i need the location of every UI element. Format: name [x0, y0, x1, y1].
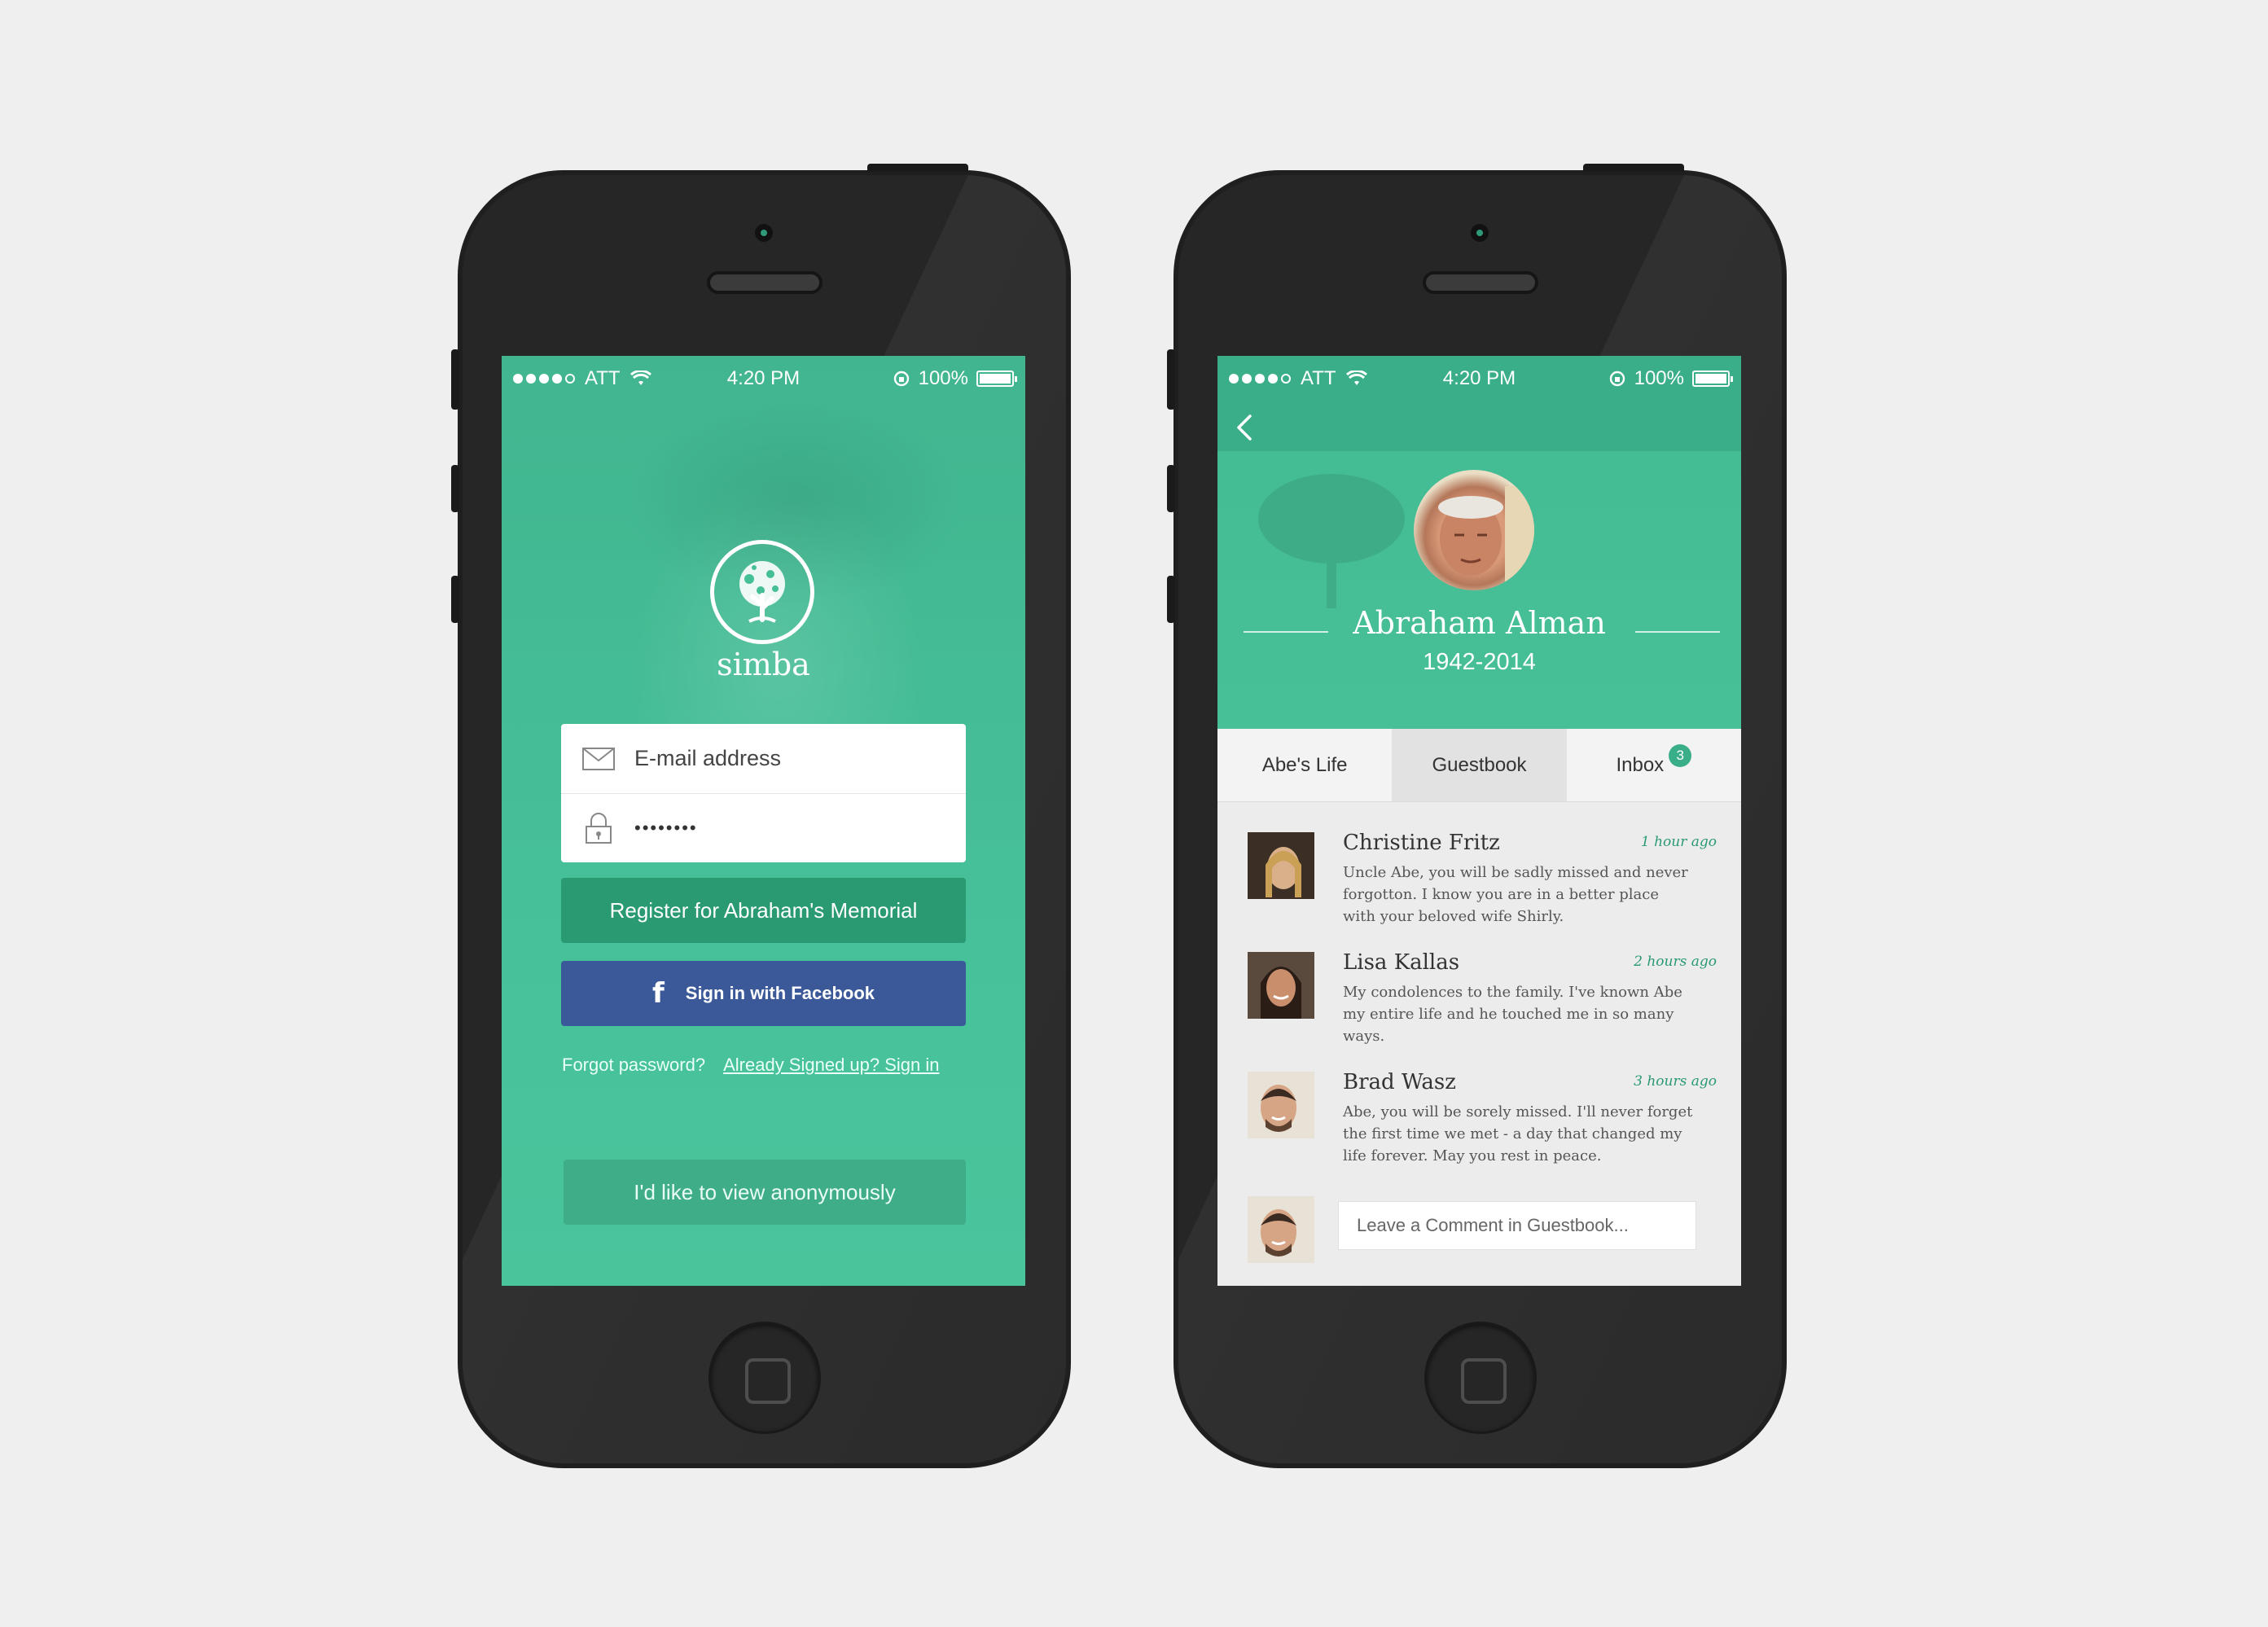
volume-down-button [451, 576, 459, 623]
facebook-signin-button[interactable]: f Sign in with Facebook [561, 961, 966, 1026]
deceased-name: Abraham Alman [1353, 605, 1606, 641]
phone-left: ATT 4:20 PM 100% simba E-mail address ••… [451, 164, 1071, 1468]
tab-label: Abe's Life [1261, 753, 1348, 776]
tab-abes-life[interactable]: Abe's Life [1217, 729, 1392, 801]
home-button[interactable] [1424, 1322, 1537, 1434]
comment-author: Brad Wasz [1343, 1070, 1456, 1094]
wifi-icon [1345, 371, 1367, 385]
status-bar: ATT 4:20 PM 100% [1217, 356, 1741, 401]
avatar [1248, 1072, 1314, 1138]
profile-avatar [1414, 470, 1534, 590]
inbox-count-badge: 3 [1669, 743, 1692, 767]
comment-author: Lisa Kallas [1343, 950, 1460, 975]
auth-links: Forgot password? Already Signed up? Sign… [562, 1055, 969, 1076]
avatar [1248, 832, 1314, 899]
home-button[interactable] [708, 1322, 821, 1434]
comment-text: Uncle Abe, you will be sadly missed and … [1343, 864, 1688, 925]
battery-percent: 100% [918, 367, 968, 389]
list-item: Brad Wasz 3 hours ago Abe, you will be s… [1217, 1070, 1741, 1191]
login-form: E-mail address •••••••• [561, 724, 966, 862]
tab-inbox[interactable]: Inbox 3 [1567, 729, 1741, 801]
memorial-tabs: Abe's Life Guestbook Inbox 3 [1217, 729, 1741, 802]
power-button [867, 164, 968, 172]
avatar [1248, 952, 1314, 1019]
life-years: 1942-2014 [1423, 649, 1536, 675]
rotation-lock-icon [893, 371, 909, 387]
forgot-password-link[interactable]: Forgot password? [562, 1055, 705, 1076]
tab-label: Guestbook [1432, 753, 1527, 776]
wifi-icon [630, 371, 651, 385]
password-value: •••••••• [634, 818, 698, 838]
earpiece-speaker [707, 271, 823, 294]
front-camera [755, 224, 773, 242]
carrier-label: ATT [1301, 367, 1336, 389]
rotation-lock-icon [1609, 371, 1625, 387]
mute-switch [1167, 349, 1175, 410]
comment-time: 1 hour ago [1640, 834, 1717, 850]
comment-text: My condolences to the family. I've known… [1343, 984, 1682, 1045]
comment-time: 2 hours ago [1634, 954, 1717, 970]
list-item: Lisa Kallas 2 hours ago My condolences t… [1217, 950, 1741, 1072]
tree-background-icon [1258, 474, 1405, 608]
facebook-signin-label: Sign in with Facebook [685, 983, 875, 1003]
comment-text: Abe, you will be sorely missed. I'll nev… [1343, 1103, 1693, 1164]
volume-up-button [451, 465, 459, 512]
back-arrow-icon[interactable] [1232, 411, 1257, 444]
avatar [1248, 1196, 1314, 1263]
carrier-label: ATT [585, 367, 621, 389]
power-button [1583, 164, 1684, 172]
volume-down-button [1167, 576, 1175, 623]
memorial-screen: Abraham Alman 1942-2014 ATT 4:20 PM 100%… [1217, 356, 1741, 1286]
email-placeholder: E-mail address [634, 746, 782, 770]
battery-icon [1692, 371, 1733, 387]
signal-icon [513, 374, 575, 384]
login-screen: ATT 4:20 PM 100% simba E-mail address ••… [502, 356, 1025, 1286]
list-item: Christine Fritz 1 hour ago Uncle Abe, yo… [1217, 831, 1741, 952]
name-divider-right [1635, 631, 1720, 633]
signin-link[interactable]: Already Signed up? Sign in [723, 1055, 939, 1076]
phone-right: Abraham Alman 1942-2014 ATT 4:20 PM 100%… [1167, 164, 1787, 1468]
signal-icon [1229, 374, 1291, 384]
brand-name: simba [717, 647, 810, 682]
battery-percent: 100% [1634, 367, 1684, 389]
envelope-icon [581, 747, 616, 770]
guestbook-list: Christine Fritz 1 hour ago Uncle Abe, yo… [1217, 831, 1741, 1191]
memorial-header: Abraham Alman 1942-2014 [1217, 356, 1741, 729]
tab-label: Inbox [1616, 753, 1665, 776]
facebook-icon: f [651, 977, 665, 1010]
battery-icon [976, 371, 1017, 387]
front-camera [1471, 224, 1489, 242]
comment-time: 3 hours ago [1634, 1073, 1717, 1090]
view-anonymously-button[interactable]: I'd like to view anonymously [564, 1160, 966, 1225]
tab-guestbook[interactable]: Guestbook [1392, 729, 1567, 801]
comment-author: Christine Fritz [1343, 831, 1500, 855]
mute-switch [451, 349, 459, 410]
comment-input[interactable]: Leave a Comment in Guestbook... [1338, 1201, 1696, 1250]
password-field[interactable]: •••••••• [561, 793, 966, 862]
lock-icon [581, 812, 616, 844]
register-button[interactable]: Register for Abraham's Memorial [561, 878, 966, 943]
email-field[interactable]: E-mail address [561, 724, 966, 793]
tree-logo-icon [710, 540, 814, 644]
volume-up-button [1167, 465, 1175, 512]
status-bar: ATT 4:20 PM 100% [502, 356, 1025, 401]
comment-composer: Leave a Comment in Guestbook... [1217, 1196, 1741, 1270]
earpiece-speaker [1423, 271, 1538, 294]
